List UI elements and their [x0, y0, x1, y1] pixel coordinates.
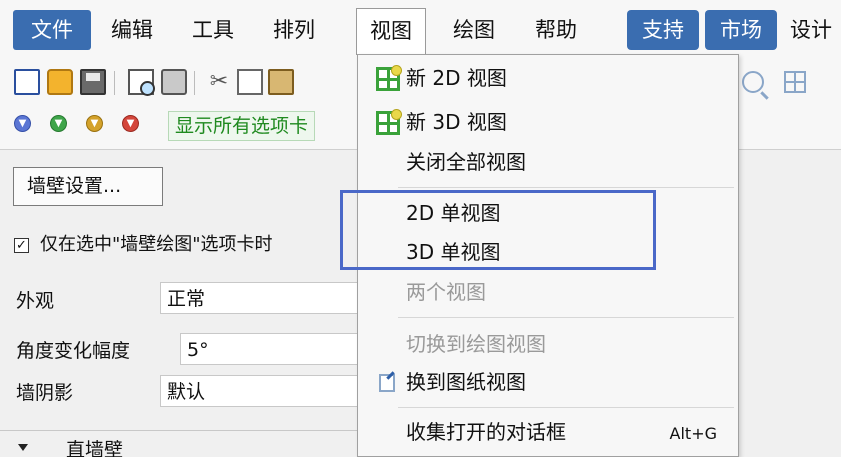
- menu-market[interactable]: 市场: [705, 10, 777, 50]
- open-folder-icon[interactable]: [47, 69, 73, 95]
- app-window: 文件 编辑 工具 排列 视图 绘图 帮助 支持 市场 设计 ✂ ▼ ▼ ▼ ▼ …: [0, 0, 841, 457]
- straight-wall-label: 直墙壁: [66, 439, 124, 457]
- angle-step-value[interactable]: 5°: [180, 333, 360, 365]
- menu-support[interactable]: 支持: [627, 10, 699, 50]
- arrow-down-blue-icon[interactable]: ▼: [14, 115, 31, 132]
- sheet-view-icon: [379, 374, 395, 392]
- print-preview-icon[interactable]: [128, 69, 155, 96]
- menu-item-gather-dialogs[interactable]: 收集打开的对话框 Alt+G: [359, 411, 737, 455]
- toolbar-divider: [194, 71, 195, 95]
- menu-item-3d-single-view[interactable]: 3D 单视图: [359, 231, 737, 275]
- new-file-icon[interactable]: [14, 69, 40, 95]
- menu-item-2d-single-view[interactable]: 2D 单视图: [359, 192, 737, 236]
- menu-item-switch-to-sheet-view[interactable]: 换到图纸视图: [359, 361, 737, 405]
- menu-file[interactable]: 文件: [13, 10, 91, 50]
- menu-item-label: 新 3D 视图: [406, 110, 507, 134]
- menu-separator: [398, 317, 734, 318]
- wall-shadow-label: 墙阴影: [16, 382, 74, 404]
- cut-icon[interactable]: ✂: [206, 69, 232, 95]
- angle-step-label: 角度变化幅度: [16, 340, 131, 362]
- copy-icon[interactable]: [237, 69, 263, 95]
- menu-item-label: 换到图纸视图: [406, 370, 526, 394]
- menu-edit[interactable]: 编辑: [98, 10, 166, 50]
- paste-icon[interactable]: [268, 69, 294, 95]
- menu-item-label: 2D 单视图: [406, 201, 501, 225]
- menu-item-label: 关闭全部视图: [406, 150, 526, 174]
- wall-shadow-value[interactable]: 默认: [160, 375, 360, 407]
- toolbar-divider: [114, 71, 115, 95]
- menu-item-label: 切换到绘图视图: [406, 332, 546, 356]
- menu-view[interactable]: 视图: [356, 8, 426, 55]
- menu-arrange[interactable]: 排列: [260, 10, 328, 50]
- save-icon[interactable]: [80, 69, 106, 95]
- menu-item-label: 收集打开的对话框: [406, 420, 566, 444]
- wall-settings-button[interactable]: 墙壁设置...: [13, 167, 163, 206]
- appearance-value[interactable]: 正常: [160, 282, 360, 314]
- menu-design[interactable]: 设计: [781, 10, 841, 50]
- menu-item-label: 3D 单视图: [406, 240, 501, 264]
- zoom-region-icon[interactable]: [784, 71, 806, 93]
- arrow-down-red-icon[interactable]: ▼: [122, 115, 139, 132]
- view-menu-dropdown: 新 2D 视图 新 3D 视图 关闭全部视图 2D 单视图 3D 单视图 两个视…: [357, 54, 739, 457]
- arrow-down-green-icon[interactable]: ▼: [50, 115, 67, 132]
- collapse-triangle-icon[interactable]: [18, 444, 28, 451]
- checkbox-label: 仅在选中"墙壁绘图"选项卡时: [40, 234, 273, 255]
- menu-help[interactable]: 帮助: [522, 10, 590, 50]
- shortcut-label: Alt+G: [669, 424, 717, 443]
- menu-draw[interactable]: 绘图: [440, 10, 508, 50]
- show-all-tabs-button[interactable]: 显示所有选项卡: [168, 111, 316, 141]
- appearance-label: 外观: [16, 290, 55, 312]
- menu-item-two-views: 两个视图: [359, 271, 737, 315]
- menu-item-close-all-views[interactable]: 关闭全部视图: [359, 141, 737, 185]
- only-when-selected-checkbox[interactable]: ✓: [14, 238, 29, 253]
- straight-wall-section[interactable]: 直墙壁: [0, 430, 360, 457]
- menu-separator: [398, 407, 734, 408]
- print-icon[interactable]: [161, 69, 187, 95]
- new-view-icon: [376, 65, 402, 91]
- zoom-icon[interactable]: [742, 71, 764, 93]
- menu-item-new-3d-view[interactable]: 新 3D 视图: [359, 101, 737, 145]
- arrow-down-yellow-icon[interactable]: ▼: [86, 115, 103, 132]
- menu-item-label: 新 2D 视图: [406, 66, 507, 90]
- menu-separator: [398, 187, 734, 188]
- menu-tools[interactable]: 工具: [179, 10, 247, 50]
- new-view-icon: [376, 109, 402, 135]
- menu-item-label: 两个视图: [406, 280, 486, 304]
- menu-item-new-2d-view[interactable]: 新 2D 视图: [359, 57, 737, 101]
